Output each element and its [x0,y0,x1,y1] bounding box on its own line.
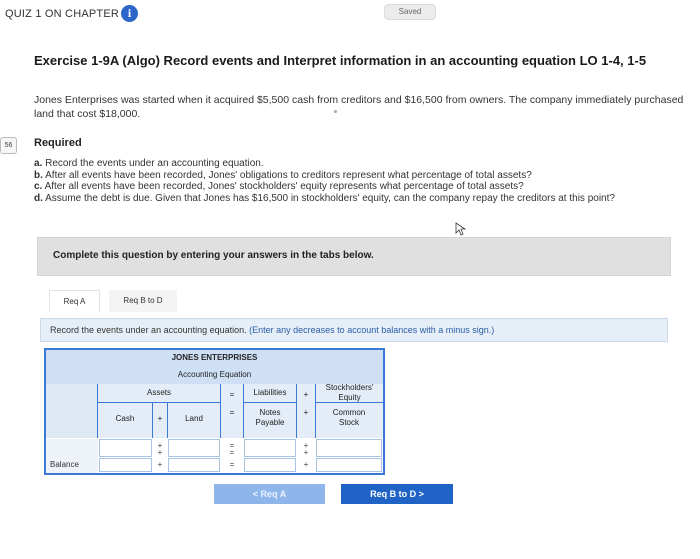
plus-sign: + [157,460,163,469]
balance-land-input[interactable] [168,458,220,472]
mouse-pointer-icon [455,222,467,236]
requirement-text: After all events have been recorded, Jon… [42,181,524,192]
info-icon[interactable]: i [121,5,138,22]
balance-row-label-cell: Balance [46,457,98,473]
saved-status-badge: Saved [384,4,436,20]
row2-cash-input[interactable] [99,449,152,457]
row2-stock-input[interactable] [316,449,382,457]
tab-req-b-to-d[interactable]: Req B to D [109,290,177,312]
requirement-text: After all events have been recorded, Jon… [42,169,532,181]
requirement-text: Assume the debt is due. Given that Jones… [42,192,615,204]
equals-sign: = [229,460,235,469]
next-req-b-to-d-button[interactable]: Req B to D > [341,484,453,504]
plus-header: + + [297,384,315,438]
task-instruction: Record the events under an accounting eq… [50,325,494,335]
notes-label: Notes Payable [255,408,285,427]
liabilities-label: Liabilities [253,388,287,397]
plus-sign: + [157,448,163,457]
table-subtitle: Accounting Equation [177,370,252,379]
task-instruction-bar: Record the events under an accounting eq… [40,318,668,342]
equals-sign: = [229,408,235,417]
tab-req-a[interactable]: Req A [49,290,100,312]
accounting-equation-table: JONES ENTERPRISES Accounting Equation As… [44,348,385,475]
balance-label: Balance [50,460,79,469]
equity-label: Stockholders' Equity [325,383,374,402]
table-subtitle-header: Accounting Equation [46,367,383,384]
requirement-text: Record the events under an accounting eq… [42,158,264,169]
quiz-page: QUIZ 1 ON CHAPTER 1 i Saved 56 Exercise … [0,0,700,559]
question-number-badge[interactable]: 56 [0,137,17,154]
cash-label: Cash [115,414,135,423]
stock-col-header: Common Stock [316,403,383,438]
liabilities-header: Liabilities [244,384,296,402]
task-main-text: Record the events under an accounting eq… [50,325,247,335]
required-heading: Required [34,137,82,149]
row2-land-input[interactable] [168,449,220,457]
plus-sign: + [303,448,309,457]
assets-label: Assets [146,388,171,397]
equals-sign: = [229,390,235,399]
assets-plus-header: + [153,403,167,438]
requirement-item: b. After all events have been recorded, … [34,170,698,182]
equals-sign: = [229,448,235,457]
assets-header: Assets [98,384,220,402]
quiz-title: QUIZ 1 ON CHAPTER 1 [5,8,129,20]
plus-sign: + [157,414,163,423]
equals-header: = = [221,384,243,438]
cash-col-header: Cash [98,403,152,438]
row-label-header [46,384,97,438]
requirement-item: c. After all events have been recorded, … [34,181,698,193]
prev-req-a-button[interactable]: < Req A [214,484,325,504]
top-bar: QUIZ 1 ON CHAPTER 1 i Saved [0,0,700,28]
row2-notes-input[interactable] [244,449,296,457]
instructions-box: Complete this question by entering your … [37,237,671,276]
plus-sign: + [303,460,309,469]
instructions-text: Complete this question by entering your … [53,250,374,261]
requirements-list: a. Record the events under an accounting… [34,158,698,204]
task-hint-text: (Enter any decreases to account balances… [246,325,495,335]
exercise-title: Exercise 1-9A (Algo) Record events and I… [34,53,647,68]
row-label-cell [46,447,98,457]
table-company-header: JONES ENTERPRISES [46,350,383,367]
requirement-letter: d. [34,192,43,204]
requirement-item: a. Record the events under an accounting… [34,158,698,170]
balance-cash-input[interactable] [99,458,152,472]
exercise-intro: Jones Enterprises was started when it ac… [34,94,684,120]
requirement-item: d. Assume the debt is due. Given that Jo… [34,193,698,205]
decorative-dot [334,110,337,113]
plus-sign: + [303,408,309,417]
stock-label: Common Stock [332,408,366,427]
plus-sign: + [303,390,309,399]
equity-header: Stockholders' Equity [316,383,383,402]
land-col-header: Land [168,403,220,438]
company-name: JONES ENTERPRISES [171,353,258,362]
balance-notes-input[interactable] [244,458,296,472]
land-label: Land [185,414,203,423]
notes-col-header: Notes Payable [244,403,296,438]
balance-stock-input[interactable] [316,458,382,472]
requirement-letter: b. [34,169,43,181]
